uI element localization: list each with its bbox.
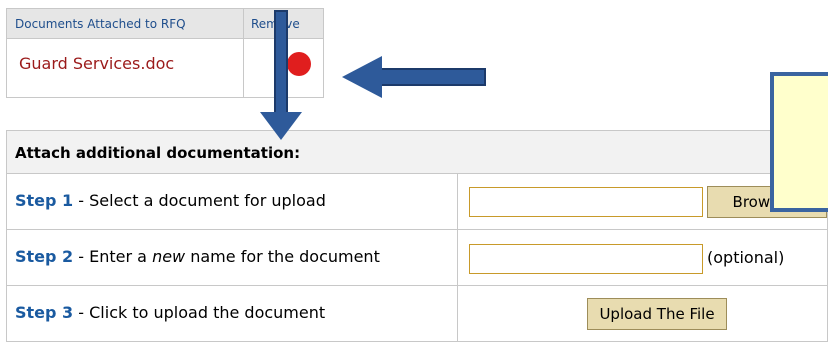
step-2-number: Step 2 — [15, 247, 74, 266]
upload-file-button[interactable]: Upload The File — [587, 298, 727, 330]
left-arrow-shaft — [380, 68, 486, 86]
step-2-text-after: name for the document — [185, 247, 380, 266]
step-1-text: - Select a document for upload — [73, 191, 326, 210]
callout-note-box — [770, 72, 828, 212]
left-arrow-icon — [342, 56, 382, 98]
header-documents-attached: Documents Attached to RFQ — [15, 17, 186, 31]
optional-label: (optional) — [707, 248, 785, 267]
row-divider — [457, 174, 458, 229]
form-header: Attach additional documentation: — [6, 130, 828, 174]
row-divider — [243, 39, 244, 97]
file-path-input[interactable] — [469, 187, 703, 217]
new-name-input[interactable] — [469, 244, 703, 274]
down-arrow-icon — [260, 112, 302, 140]
step-1-row: Step 1 - Select a document for upload Br… — [6, 174, 828, 230]
step-3-text: - Click to upload the document — [73, 303, 326, 322]
row-divider — [457, 230, 458, 285]
step-1-label: Step 1 - Select a document for upload — [15, 191, 326, 210]
remove-file-button[interactable] — [287, 52, 311, 76]
attach-documentation-form: Attach additional documentation: Step 1 … — [6, 130, 828, 357]
step-2-text-before: - Enter a — [73, 247, 153, 266]
step-2-label: Step 2 - Enter a new name for the docume… — [15, 247, 380, 266]
attached-file-link[interactable]: Guard Services.doc — [19, 54, 174, 73]
step-2-row: Step 2 - Enter a new name for the docume… — [6, 230, 828, 286]
step-2-text-emphasis: new — [152, 247, 186, 266]
header-divider — [243, 9, 244, 38]
down-arrow-shaft — [274, 10, 288, 114]
form-title: Attach additional documentation: — [15, 144, 301, 162]
step-3-label: Step 3 - Click to upload the document — [15, 303, 325, 322]
row-divider — [457, 286, 458, 341]
step-1-number: Step 1 — [15, 191, 74, 210]
step-3-number: Step 3 — [15, 303, 74, 322]
step-3-row: Step 3 - Click to upload the document Up… — [6, 286, 828, 342]
